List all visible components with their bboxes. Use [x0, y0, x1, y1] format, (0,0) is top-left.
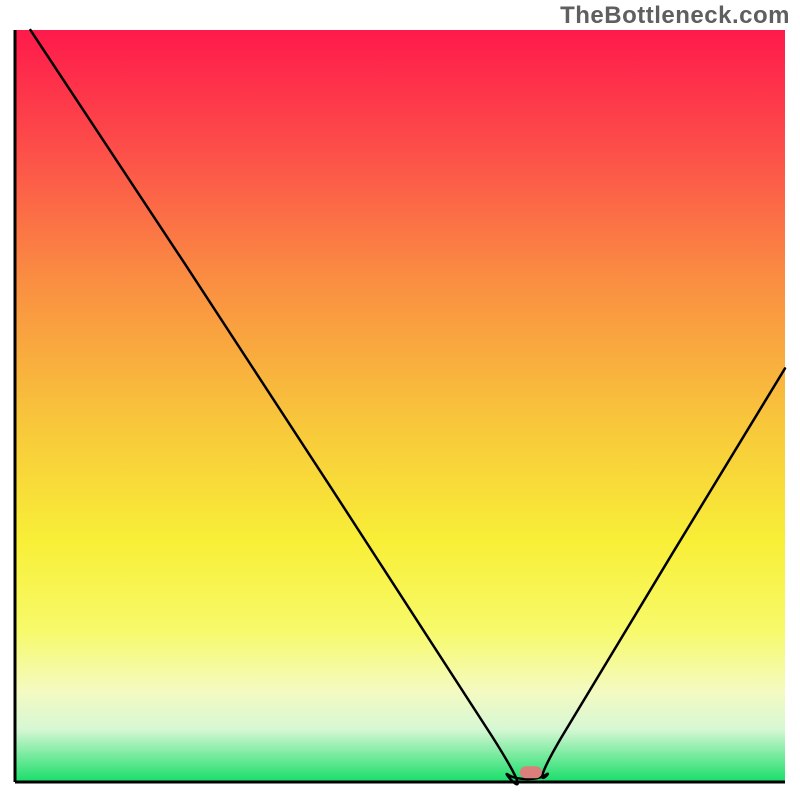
chart-container: TheBottleneck.com: [0, 0, 800, 800]
optimal-point-marker: [520, 766, 542, 778]
gradient-background: [15, 30, 785, 782]
watermark-text: TheBottleneck.com: [560, 2, 790, 30]
bottleneck-chart: [0, 0, 800, 800]
